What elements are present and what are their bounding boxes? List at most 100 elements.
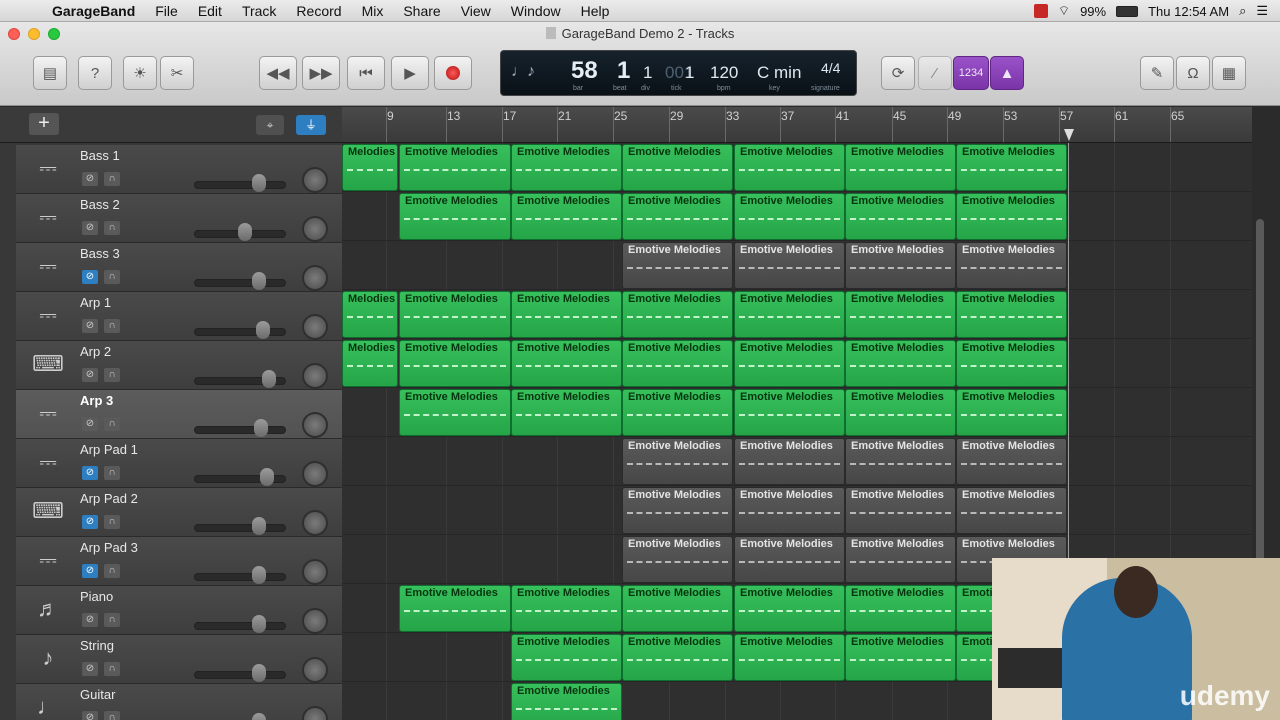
solo-headphones-button[interactable]: ∩ — [104, 417, 120, 431]
pan-knob[interactable] — [302, 412, 328, 438]
region[interactable]: Emotive Melodies — [511, 144, 622, 191]
volume-slider[interactable] — [194, 426, 286, 434]
region[interactable]: Emotive Melodies — [511, 389, 622, 436]
region[interactable]: Emotive Melodies — [734, 536, 845, 583]
volume-slider-knob[interactable] — [252, 174, 266, 192]
play-button[interactable]: ▶ — [391, 56, 429, 90]
mute-button[interactable]: ⊘ — [82, 662, 98, 676]
menu-record[interactable]: Record — [286, 3, 351, 19]
track-header[interactable]: ♪ String ⊘ ∩ — [16, 635, 342, 684]
track-header[interactable]: ♩ Guitar ⊘ ∩ — [16, 684, 342, 720]
region[interactable]: Emotive Melodies — [399, 291, 511, 338]
solo-headphones-button[interactable]: ∩ — [104, 221, 120, 235]
volume-slider-knob[interactable] — [252, 566, 266, 584]
menu-app[interactable]: GarageBand — [40, 3, 145, 19]
volume-slider-knob[interactable] — [262, 370, 276, 388]
region[interactable]: Emotive Melodies — [845, 291, 956, 338]
track-header[interactable]: ⎓ Arp 1 ⊘ ∩ — [16, 292, 342, 341]
region[interactable]: Emotive Melodies — [511, 585, 622, 632]
region[interactable]: Emotive Melodies — [622, 291, 733, 338]
tuner-button[interactable]: ⁄ — [918, 56, 952, 90]
volume-slider-knob[interactable] — [256, 321, 270, 339]
track-header[interactable]: ⎓ Bass 2 ⊘ ∩ — [16, 194, 342, 243]
region[interactable]: Emotive Melodies — [845, 487, 956, 534]
region[interactable]: Emotive Melodies — [734, 389, 845, 436]
mute-button[interactable]: ⊘ — [82, 319, 98, 333]
lcd-mode-icon[interactable]: ♩ — [511, 63, 527, 81]
pan-knob[interactable] — [302, 608, 328, 634]
region[interactable]: Emotive Melodies — [622, 536, 733, 583]
mute-button[interactable]: ⊘ — [82, 515, 98, 529]
pan-knob[interactable] — [302, 314, 328, 340]
menu-help[interactable]: Help — [571, 3, 620, 19]
region[interactable]: Emotive Melodies — [734, 585, 845, 632]
region[interactable]: Emotive Melodies — [622, 193, 733, 240]
volume-slider-knob[interactable] — [252, 517, 266, 535]
solo-headphones-button[interactable]: ∩ — [104, 711, 120, 720]
volume-slider[interactable] — [194, 622, 286, 630]
pan-knob[interactable] — [302, 167, 328, 193]
region[interactable]: Emotive Melodies — [734, 340, 845, 387]
region[interactable]: Emotive Melodies — [845, 585, 956, 632]
region[interactable]: Emotive Melodies — [845, 389, 956, 436]
region[interactable]: Emotive Melodies — [956, 291, 1067, 338]
region[interactable]: Emotive Melodies — [734, 193, 845, 240]
lcd-tempo[interactable]: 120 — [710, 63, 738, 83]
battery-icon[interactable] — [1116, 5, 1139, 17]
region[interactable]: Emotive Melodies — [399, 389, 511, 436]
mute-button[interactable]: ⊘ — [82, 270, 98, 284]
mute-button[interactable]: ⊘ — [82, 417, 98, 431]
region[interactable]: Melodies — [342, 144, 398, 191]
solo-headphones-button[interactable]: ∩ — [104, 172, 120, 186]
region[interactable]: Emotive Melodies — [622, 144, 733, 191]
solo-headphones-button[interactable]: ∩ — [104, 662, 120, 676]
smart-filter-button[interactable]: ⏚ — [296, 115, 326, 135]
volume-slider-knob[interactable] — [252, 713, 266, 720]
region[interactable]: Emotive Melodies — [399, 585, 511, 632]
region[interactable]: Emotive Melodies — [399, 193, 511, 240]
region[interactable]: Emotive Melodies — [734, 242, 845, 289]
track-header[interactable]: ⎓ Bass 3 ⊘ ∩ — [16, 243, 342, 292]
mute-button[interactable]: ⊘ — [82, 613, 98, 627]
region[interactable]: Emotive Melodies — [622, 242, 733, 289]
solo-headphones-button[interactable]: ∩ — [104, 466, 120, 480]
volume-slider-knob[interactable] — [252, 615, 266, 633]
track-header[interactable]: ⌨ Arp Pad 2 ⊘ ∩ — [16, 488, 342, 537]
menu-view[interactable]: View — [451, 3, 501, 19]
pan-knob[interactable] — [302, 216, 328, 242]
region[interactable]: Emotive Melodies — [399, 144, 511, 191]
region[interactable]: Emotive Melodies — [511, 193, 622, 240]
notification-center-icon[interactable]: ☰ — [1256, 3, 1268, 19]
menu-file[interactable]: File — [145, 3, 188, 19]
volume-slider-knob[interactable] — [252, 272, 266, 290]
pan-knob[interactable] — [302, 461, 328, 487]
volume-slider-knob[interactable] — [254, 419, 268, 437]
region[interactable]: Emotive Melodies — [399, 340, 511, 387]
region[interactable]: Emotive Melodies — [956, 193, 1067, 240]
volume-slider-knob[interactable] — [252, 664, 266, 682]
add-track-button[interactable]: + — [29, 113, 59, 135]
volume-slider-knob[interactable] — [238, 223, 252, 241]
track-header[interactable]: ⎓ Arp Pad 1 ⊘ ∩ — [16, 439, 342, 488]
notepad-button[interactable]: ✎ — [1140, 56, 1174, 90]
region[interactable]: Emotive Melodies — [956, 144, 1067, 191]
region[interactable]: Emotive Melodies — [956, 487, 1067, 534]
lcd-display[interactable]: ♩ ♪ 58 1 1 001 1 120 C min 4/4 bar beat … — [500, 50, 857, 96]
region[interactable]: Emotive Melodies — [845, 634, 956, 681]
region[interactable]: Emotive Melodies — [622, 340, 733, 387]
volume-slider-knob[interactable] — [260, 468, 274, 486]
region[interactable]: Emotive Melodies — [845, 193, 956, 240]
help-button[interactable]: ? — [78, 56, 112, 90]
track-header[interactable]: ⌨ Arp 2 ⊘ ∩ — [16, 341, 342, 390]
menu-edit[interactable]: Edit — [188, 3, 232, 19]
volume-slider[interactable] — [194, 181, 286, 189]
track-header[interactable]: ⎓ Arp 3 ⊘ ∩ — [16, 390, 342, 439]
region[interactable]: Melodies — [342, 340, 398, 387]
wifi-icon[interactable]: ⌔ — [1058, 3, 1070, 19]
region[interactable]: Emotive Melodies — [956, 438, 1067, 485]
record-status-icon[interactable] — [1033, 4, 1048, 18]
pan-knob[interactable] — [302, 363, 328, 389]
clock[interactable]: Thu 12:54 AM — [1148, 4, 1229, 19]
mute-button[interactable]: ⊘ — [82, 172, 98, 186]
pan-knob[interactable] — [302, 265, 328, 291]
